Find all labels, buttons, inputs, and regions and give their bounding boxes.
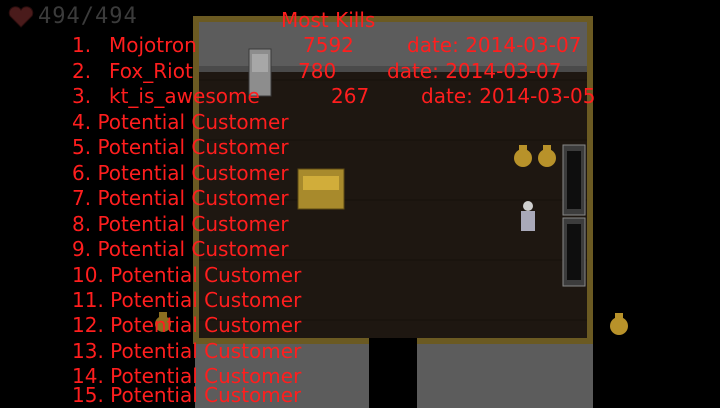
leaderboard-entry: 13. Potential Customer <box>72 339 302 363</box>
leaderboard-entry: 15. Potential Customer <box>72 383 302 407</box>
leaderboard-title: Most Kills <box>281 8 376 32</box>
entry-date: date: 2014-03-07 <box>387 59 562 83</box>
leaderboard-entry: 12. Potential Customer <box>72 313 302 337</box>
player-name: Mojotron <box>109 33 197 57</box>
leaderboard: Most Kills 1. Mojotron 7592 date: 2014-0… <box>0 0 720 408</box>
rank: 1. <box>72 33 92 57</box>
kill-count: 780 <box>298 59 337 83</box>
kill-count: 267 <box>331 84 370 108</box>
leaderboard-entry: 7. Potential Customer <box>72 186 289 210</box>
player-name: Fox_Riot <box>109 59 193 83</box>
rank: 2. <box>72 59 92 83</box>
leaderboard-entry: 1. Mojotron 7592 date: 2014-03-07 <box>72 33 581 58</box>
leaderboard-entry: 8. Potential Customer <box>72 212 289 236</box>
leaderboard-entry: 6. Potential Customer <box>72 161 289 185</box>
kill-count: 7592 <box>303 33 354 57</box>
leaderboard-entry: 2. Fox_Riot 780 date: 2014-03-07 <box>72 59 561 84</box>
leaderboard-entry: 10. Potential Customer <box>72 263 302 287</box>
rank: 3. <box>72 84 92 108</box>
player-name: kt_is_awesome <box>109 84 260 108</box>
leaderboard-entry: 9. Potential Customer <box>72 237 289 261</box>
entry-date: date: 2014-03-05 <box>421 84 596 108</box>
entry-date: date: 2014-03-07 <box>407 33 582 57</box>
leaderboard-entry: 3. kt_is_awesome 267 date: 2014-03-05 <box>72 84 595 109</box>
leaderboard-entry: 5. Potential Customer <box>72 135 289 159</box>
leaderboard-entry: 11. Potential Customer <box>72 288 302 312</box>
leaderboard-entry: 4. Potential Customer <box>72 110 289 134</box>
